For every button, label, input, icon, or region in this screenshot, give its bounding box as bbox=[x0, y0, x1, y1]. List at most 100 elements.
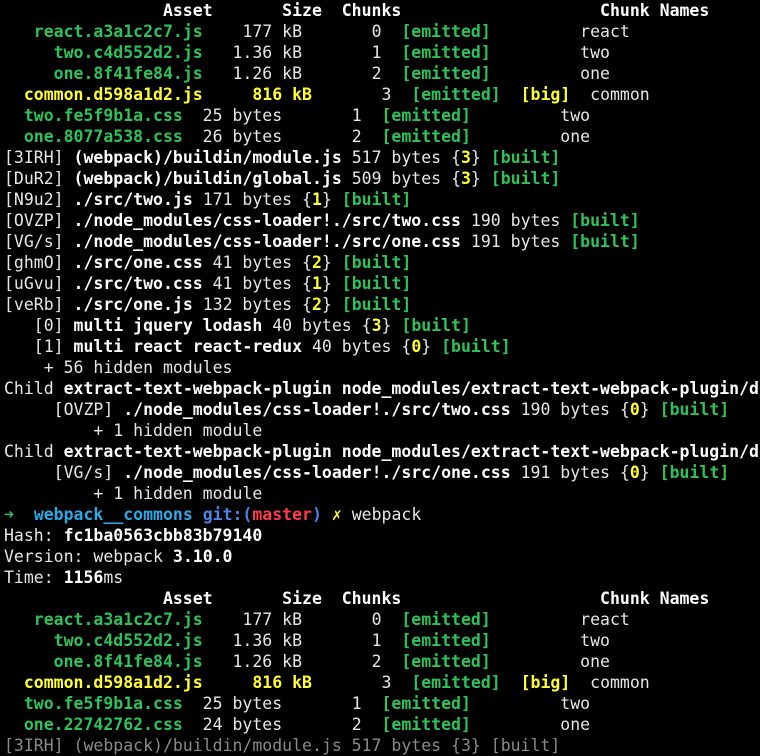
terminal-line: Hash: fc1ba0563cbb83b79140 bbox=[4, 525, 760, 546]
terminal-line: [ghmO] ./src/one.css 41 bytes {2} [built… bbox=[4, 252, 760, 273]
terminal-line: one.8f41fe84.js 1.26 kB 2 [emitted] one bbox=[4, 63, 760, 84]
terminal-line: Child extract-text-webpack-plugin node_m… bbox=[4, 441, 760, 462]
terminal-text-segment: (webpack)/buildin/module.js bbox=[73, 148, 342, 167]
terminal-text-segment: one bbox=[490, 652, 610, 671]
terminal-text-segment: 3 bbox=[371, 316, 382, 335]
terminal-text-segment: [0] bbox=[4, 316, 74, 335]
terminal-text-segment: react bbox=[490, 610, 630, 629]
terminal-text-segment: Child bbox=[4, 379, 64, 398]
terminal-line: [N9u2] ./src/two.js 171 bytes {1} [built… bbox=[4, 189, 760, 210]
terminal-text-segment: [built] bbox=[441, 337, 511, 356]
terminal-text-segment: 25 bytes 1 bbox=[182, 106, 382, 125]
terminal-text-segment: ./node_modules/css-loader!./src/two.css bbox=[123, 400, 511, 419]
terminal-text-segment: [VG/s] bbox=[4, 463, 124, 482]
terminal-text-segment: [emitted] bbox=[381, 106, 471, 125]
terminal-text-segment: one.8f41fe84.js bbox=[4, 64, 203, 83]
terminal-text-segment: [built] bbox=[659, 463, 730, 482]
terminal-line: Time: 1156ms bbox=[4, 567, 760, 588]
terminal-text-segment: } bbox=[321, 274, 342, 293]
terminal-text-segment: 132 bytes { bbox=[192, 295, 312, 314]
terminal-text-segment: common bbox=[570, 673, 650, 692]
terminal-text-segment: + 56 hidden modules bbox=[4, 358, 233, 377]
terminal-text-segment: Hash: bbox=[4, 526, 64, 545]
terminal-text-segment: Time: bbox=[4, 568, 64, 587]
terminal-text-segment: 3 bbox=[460, 169, 471, 188]
terminal-text-segment: webpack bbox=[351, 505, 422, 524]
terminal-line: common.d598a1d2.js 816 kB 3 [emitted] [b… bbox=[4, 84, 760, 105]
terminal-text-segment: 177 kB 0 bbox=[202, 22, 402, 41]
terminal-text-segment: one.8077a538.css bbox=[4, 127, 183, 146]
terminal-text-segment: } bbox=[381, 316, 402, 335]
terminal-text-segment: } bbox=[421, 337, 442, 356]
terminal-text-segment: 1.36 kB 1 bbox=[202, 631, 402, 650]
terminal-line: one.8f41fe84.js 1.26 kB 2 [emitted] one bbox=[4, 651, 760, 672]
terminal-text-segment: webpack__commons bbox=[33, 505, 193, 524]
terminal-text-segment: 3.10.0 bbox=[172, 547, 233, 566]
terminal-text-segment: [built] bbox=[401, 316, 471, 335]
terminal-line: one.22742762.css 24 bytes 2 [emitted] on… bbox=[4, 714, 760, 735]
terminal-text-segment: two.fe5f9b1a.css bbox=[4, 694, 183, 713]
terminal-text-segment: ./node_modules/css-loader!./src/two.css bbox=[73, 211, 461, 230]
terminal-text-segment: 3 bbox=[460, 148, 471, 167]
terminal-text-segment: (webpack)/buildin/global.js bbox=[73, 169, 342, 188]
terminal-text-segment: 191 bytes { bbox=[510, 463, 630, 482]
terminal-text-segment: 1156 bbox=[63, 568, 104, 587]
terminal-line: + 1 hidden module bbox=[4, 483, 760, 504]
terminal-text-segment: [veRb] bbox=[4, 295, 74, 314]
terminal-text-segment: ✗ bbox=[321, 505, 352, 524]
terminal-line: [3IRH] (webpack)/buildin/module.js 517 b… bbox=[4, 735, 760, 756]
terminal-text-segment: [emitted] bbox=[401, 631, 491, 650]
terminal-text-segment: ./src/two.js bbox=[73, 190, 193, 209]
terminal-text-segment: [emitted] bbox=[401, 64, 491, 83]
terminal-text-segment: [uGvu] bbox=[4, 274, 74, 293]
terminal-text-segment: [emitted] bbox=[381, 694, 471, 713]
terminal-text-segment: two bbox=[470, 106, 591, 125]
terminal-text-segment: [emitted] bbox=[381, 715, 471, 734]
terminal-text-segment: } bbox=[321, 190, 342, 209]
terminal-text-segment: one bbox=[470, 127, 591, 146]
terminal-text-segment: react bbox=[490, 22, 630, 41]
terminal-text-segment: [built] bbox=[490, 148, 561, 167]
terminal-text-segment: ./node_modules/css-loader!./src/one.css bbox=[73, 232, 461, 251]
terminal-text-segment: [emitted] bbox=[401, 43, 491, 62]
terminal-text-segment: 191 bytes bbox=[460, 232, 571, 251]
terminal-line: [DuR2] (webpack)/buildin/global.js 509 b… bbox=[4, 168, 760, 189]
terminal-line: Version: webpack 3.10.0 bbox=[4, 546, 760, 567]
terminal-text-segment: two.c4d552d2.js bbox=[4, 631, 203, 650]
terminal-line: + 1 hidden module bbox=[4, 420, 760, 441]
terminal-text-segment: 1.26 kB 2 bbox=[202, 652, 402, 671]
terminal-text-segment: + 1 hidden module bbox=[4, 421, 263, 440]
terminal-line: Asset Size Chunks Chunk Names bbox=[4, 0, 760, 21]
terminal-text-segment: ./node_modules/css-loader!./src/one.css bbox=[123, 463, 511, 482]
terminal-text-segment: [big] bbox=[520, 673, 571, 692]
terminal-line: [VG/s] ./node_modules/css-loader!./src/o… bbox=[4, 462, 760, 483]
terminal-text-segment: [VG/s] bbox=[4, 232, 74, 251]
terminal-text-segment: git:( bbox=[192, 505, 253, 524]
terminal-text-segment: [emitted] bbox=[411, 85, 501, 104]
terminal-text-segment: [3IRH] bbox=[4, 148, 74, 167]
terminal-text-segment: 3 bbox=[311, 85, 412, 104]
terminal-text-segment: extract-text-webpack-plugin node_modules… bbox=[63, 442, 759, 461]
terminal-output[interactable]: Asset Size Chunks Chunk Names react.a3a1… bbox=[4, 0, 760, 756]
terminal-text-segment: 0 bbox=[629, 463, 640, 482]
terminal-text-segment: [DuR2] bbox=[4, 169, 74, 188]
terminal-text-segment: two bbox=[490, 43, 610, 62]
terminal-text-segment: 2 bbox=[311, 295, 322, 314]
terminal-text-segment: [N9u2] bbox=[4, 190, 74, 209]
terminal-text-segment: [big] bbox=[520, 85, 571, 104]
terminal-text-segment: Version: webpack bbox=[4, 547, 173, 566]
terminal-text-segment: [built] bbox=[570, 232, 640, 251]
terminal-text-segment: } bbox=[639, 400, 660, 419]
terminal-line: two.c4d552d2.js 1.36 kB 1 [emitted] two bbox=[4, 630, 760, 651]
terminal-text-segment: 40 bytes { bbox=[262, 316, 372, 335]
terminal-text-segment: 0 bbox=[629, 400, 640, 419]
terminal-text-segment: one bbox=[490, 64, 610, 83]
terminal-text-segment: 816 kB bbox=[202, 85, 312, 104]
terminal-text-segment: ➜ bbox=[4, 505, 34, 524]
terminal-text-segment: two.fe5f9b1a.css bbox=[4, 106, 183, 125]
terminal-text-segment: one.8f41fe84.js bbox=[4, 652, 203, 671]
terminal-line: [0] multi jquery lodash 40 bytes {3} [bu… bbox=[4, 315, 760, 336]
terminal-text-segment: [emitted] bbox=[401, 22, 491, 41]
terminal-text-segment: extract-text-webpack-plugin node_modules… bbox=[63, 379, 759, 398]
